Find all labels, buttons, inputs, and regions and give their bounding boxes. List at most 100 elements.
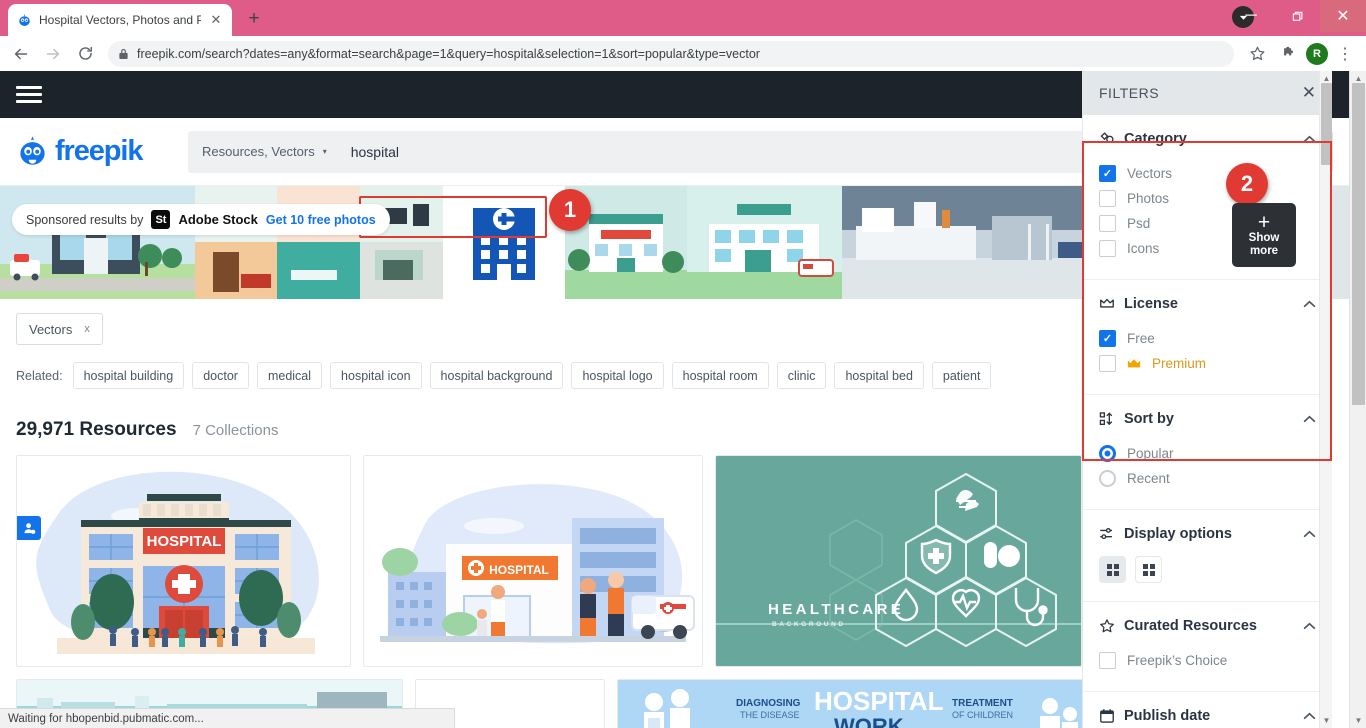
chip-label: Vectors: [29, 321, 73, 337]
result-card[interactable]: DIAGNOSING THE DISEASE HOSPITAL WORK TRE…: [617, 679, 1087, 728]
sponsored-text: Sponsored results by: [26, 212, 144, 227]
minimize-button[interactable]: ─: [1228, 0, 1274, 32]
related-chip[interactable]: hospital icon: [330, 362, 422, 389]
checkbox-icon[interactable]: [1099, 240, 1116, 257]
checkbox-icon[interactable]: [1099, 652, 1116, 669]
status-bar: Waiting for hbopenbid.pubmatic.com...: [0, 708, 455, 728]
tab-close-icon[interactable]: ✕: [208, 12, 224, 28]
svg-text:HOSPITAL: HOSPITAL: [489, 563, 549, 577]
scroll-down-arrow-icon[interactable]: ▼: [1320, 713, 1332, 728]
premium-badge-icon: [17, 516, 41, 540]
related-chip[interactable]: hospital bed: [834, 362, 924, 389]
checkbox-checked-icon[interactable]: ✓: [1099, 330, 1116, 347]
url-text: freepik.com/search?dates=any&format=sear…: [137, 46, 760, 61]
display-mode-uniform-button[interactable]: [1135, 556, 1162, 583]
maximize-button[interactable]: [1274, 0, 1320, 32]
svg-text:WORK: WORK: [834, 714, 904, 728]
filter-option-free[interactable]: ✓ Free: [1099, 326, 1316, 351]
section-header[interactable]: Category: [1099, 131, 1316, 147]
page-scrollbar-thumb[interactable]: [1352, 83, 1365, 405]
chrome-menu-icon[interactable]: ⋮: [1330, 39, 1360, 69]
filter-option-premium[interactable]: Premium: [1099, 351, 1316, 376]
chevron-up-icon[interactable]: [1303, 300, 1316, 308]
sponsored-thumb[interactable]: [687, 186, 842, 299]
related-chip[interactable]: hospital building: [72, 362, 185, 389]
sliders-icon: [1099, 526, 1115, 542]
active-filter-chip-vectors[interactable]: Vectors x: [16, 313, 103, 345]
address-bar[interactable]: freepik.com/search?dates=any&format=sear…: [108, 40, 1234, 67]
close-icon[interactable]: ✕: [1302, 83, 1316, 103]
sort-option-popular[interactable]: Popular: [1099, 441, 1316, 466]
annotation-badge-2: 2: [1226, 163, 1268, 205]
chevron-up-icon[interactable]: [1303, 712, 1316, 720]
radio-selected-icon[interactable]: [1099, 445, 1116, 462]
chip-remove-icon[interactable]: x: [84, 323, 90, 335]
freepik-logo[interactable]: freepik: [16, 135, 188, 168]
browser-tab[interactable]: Hospital Vectors, Photos and PSD ✕: [8, 4, 232, 36]
get-free-photos-link[interactable]: Get 10 free photos: [266, 213, 376, 227]
result-card[interactable]: HOSPITAL: [16, 455, 351, 667]
checkbox-checked-icon[interactable]: ✓: [1099, 165, 1116, 182]
chevron-up-icon[interactable]: [1303, 530, 1316, 538]
section-header[interactable]: Display options: [1099, 526, 1316, 542]
related-chip[interactable]: clinic: [776, 362, 827, 389]
new-tab-button[interactable]: +: [240, 5, 268, 33]
related-chip[interactable]: patient: [931, 362, 992, 389]
checkbox-icon[interactable]: [1099, 355, 1116, 372]
related-chip[interactable]: hospital logo: [571, 362, 664, 389]
hospital-vector-thumb[interactable]: [443, 186, 565, 299]
svg-text:OF CHILDREN: OF CHILDREN: [952, 710, 1013, 720]
filter-section-display-options: Display options: [1083, 510, 1332, 602]
hamburger-icon[interactable]: [16, 86, 42, 103]
sort-option-recent[interactable]: Recent: [1099, 466, 1316, 491]
forward-icon[interactable]: [38, 39, 68, 69]
display-mode-mosaic-button[interactable]: [1099, 556, 1126, 583]
close-window-button[interactable]: ✕: [1320, 0, 1366, 32]
extensions-puzzle-icon[interactable]: [1274, 39, 1304, 69]
sidebar-scrollbar-thumb[interactable]: [1321, 83, 1332, 165]
related-chip[interactable]: hospital room: [671, 362, 769, 389]
freepik-favicon: [16, 12, 32, 28]
section-header[interactable]: Curated Resources: [1099, 618, 1316, 634]
resource-type-label: Resources, Vectors: [202, 144, 315, 159]
related-chip[interactable]: doctor: [192, 362, 249, 389]
option-label: Psd: [1127, 216, 1151, 231]
tab-title: Hospital Vectors, Photos and PSD: [39, 13, 201, 27]
bookmark-star-icon[interactable]: [1242, 39, 1272, 69]
chevron-up-icon[interactable]: [1303, 135, 1316, 143]
back-icon[interactable]: [6, 39, 36, 69]
search-input[interactable]: [340, 130, 1087, 173]
related-chip[interactable]: medical: [256, 362, 323, 389]
chevron-up-icon[interactable]: [1303, 622, 1316, 630]
section-title: Category: [1124, 131, 1187, 147]
option-label: Recent: [1127, 471, 1170, 486]
checkbox-icon[interactable]: [1099, 215, 1116, 232]
radio-icon[interactable]: [1099, 470, 1116, 487]
section-header[interactable]: License: [1099, 296, 1316, 312]
chevron-up-icon[interactable]: [1303, 415, 1316, 423]
filters-sidebar: FILTERS ✕ Category ✓ Vectors Photos Psd …: [1082, 71, 1332, 728]
svg-text:HOSPITAL: HOSPITAL: [814, 686, 944, 716]
resource-type-select[interactable]: Resources, Vectors ▾: [188, 131, 341, 173]
filter-option-vectors[interactable]: ✓ Vectors: [1099, 161, 1316, 186]
show-more-button[interactable]: + Show more: [1232, 203, 1296, 267]
section-header[interactable]: Publish date: [1099, 708, 1316, 724]
page-scrollbar[interactable]: ▲ ▼: [1349, 71, 1366, 728]
show-more-line1: Show: [1248, 231, 1280, 244]
freepik-wordmark: freepik: [55, 135, 144, 167]
grid-uniform-icon: [1142, 563, 1155, 576]
sponsored-thumb[interactable]: [0, 186, 195, 299]
filter-option-freepiks-choice[interactable]: Freepik’s Choice: [1099, 648, 1316, 673]
scroll-down-arrow-icon[interactable]: ▼: [1350, 713, 1366, 728]
sidebar-scrollbar[interactable]: ▲ ▼: [1319, 71, 1332, 728]
checkbox-icon[interactable]: [1099, 190, 1116, 207]
related-chip[interactable]: hospital background: [429, 362, 564, 389]
section-header[interactable]: Sort by: [1099, 411, 1316, 427]
healthcare-background-illustration: HEALTHCARE BACKGROUND: [716, 456, 1081, 666]
reload-icon[interactable]: [70, 39, 100, 69]
chrome-profile-avatar[interactable]: R: [1306, 42, 1328, 65]
collections-count[interactable]: 7 Collections: [193, 422, 279, 439]
result-card[interactable]: HOSPITAL: [363, 455, 703, 667]
result-card[interactable]: HEALTHCARE BACKGROUND: [715, 455, 1082, 667]
sponsored-thumb[interactable]: [195, 186, 443, 299]
